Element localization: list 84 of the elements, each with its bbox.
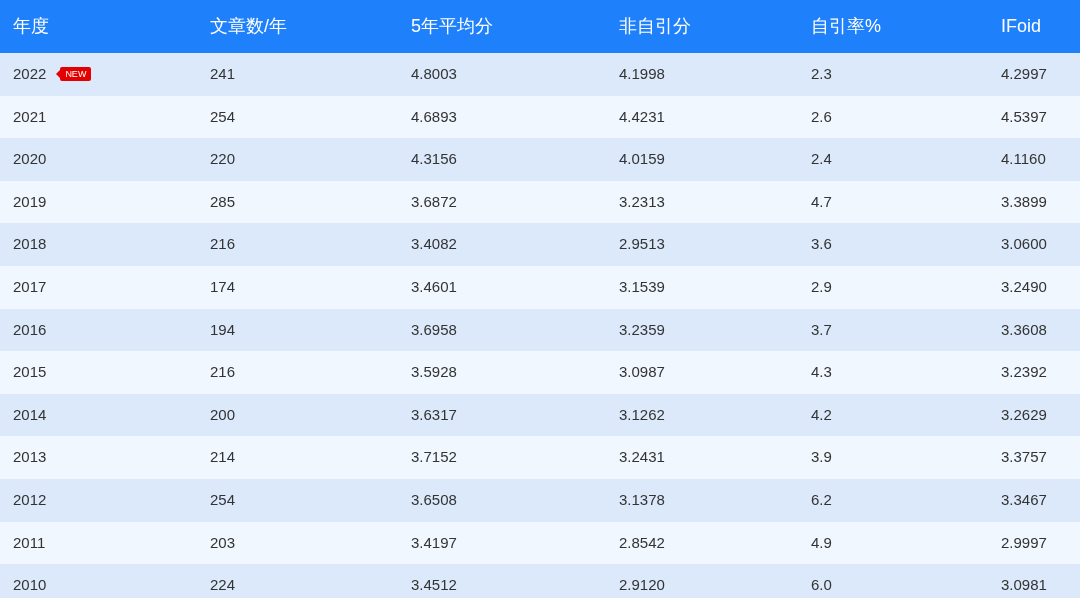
- column-header: IFoid: [1000, 15, 1043, 38]
- table-cell-text: 3.7: [810, 319, 833, 340]
- table-cell-text: 3.5928: [410, 362, 458, 383]
- table-cell-text: 4.0159: [618, 149, 666, 170]
- table-cell-text: 200: [209, 404, 237, 425]
- table-cell-text: 4.6893: [410, 106, 458, 127]
- table-cell-text: 3.9: [810, 447, 833, 468]
- table-cell-text: 2022: [13, 64, 47, 85]
- table-cell-text: 2013: [13, 447, 47, 468]
- table-cell-text: 3.3757: [1000, 447, 1048, 468]
- table-cell-text: 2018: [13, 234, 47, 255]
- column-header: 非自引分: [618, 15, 692, 38]
- table-cell-text: 4.2: [810, 404, 833, 425]
- table-cell-text: 174: [209, 277, 237, 297]
- table-cell-text: 4.1998: [618, 64, 666, 85]
- table-cell-text: 4.4231: [618, 106, 666, 127]
- table-cell-text: 220: [209, 149, 237, 170]
- table-cell-text: 254: [209, 106, 237, 127]
- table-cell-text: 2.9: [810, 277, 833, 297]
- table-cell-text: 2.6: [810, 106, 833, 127]
- table-cell-text: 3.0981: [1000, 575, 1048, 596]
- table-cell-text: 4.3: [810, 362, 833, 383]
- table-cell-text: 2.9120: [618, 575, 666, 596]
- table-cell-text: 216: [209, 234, 237, 255]
- column-header: 文章数/年: [209, 15, 288, 38]
- table-cell-text: 3.1539: [618, 277, 666, 297]
- table-cell-text: 241: [209, 64, 237, 85]
- table-cell-text: 4.2997: [1000, 64, 1048, 85]
- table-cell-text: 3.2313: [618, 191, 666, 212]
- table-cell-text: 4.1160: [1000, 149, 1047, 170]
- column-header: 自引率%: [810, 15, 882, 38]
- table-cell-text: 3.6508: [410, 490, 458, 510]
- table-cell-text: 3.1262: [618, 404, 666, 425]
- table-cell-text: 3.6958: [410, 319, 458, 340]
- table-cell-text: 2017: [13, 277, 47, 297]
- table-cell-text: 2.9513: [618, 234, 666, 255]
- table-cell-text: 3.0987: [618, 362, 666, 383]
- table-cell-text: 194: [209, 319, 237, 340]
- table-cell-text: 2014: [13, 404, 47, 425]
- table-cell-text: 3.2431: [618, 447, 666, 468]
- table-cell-text: 3.2629: [1000, 404, 1048, 425]
- table-cell-text: 2010: [13, 575, 47, 596]
- table-cell-text: 3.1378: [618, 490, 666, 510]
- table-cell-text: 3.6872: [410, 191, 458, 212]
- table-cell-text: 3.4082: [410, 234, 458, 255]
- table-cell-text: 2015: [13, 362, 47, 383]
- table-cell-text: 6.2: [810, 490, 833, 510]
- table-cell-text: 3.7152: [410, 447, 458, 468]
- table-cell-text: 4.5397: [1000, 106, 1048, 127]
- table-cell-text: 224: [209, 575, 237, 596]
- table-cell-text: 4.9: [810, 532, 833, 553]
- table-cell-text: 2011: [13, 532, 46, 553]
- table-cell-text: 2.9997: [1000, 532, 1048, 553]
- table-cell-text: 254: [209, 490, 237, 510]
- table-cell-text: 3.6317: [410, 404, 458, 425]
- table-cell-text: 3.3899: [1000, 191, 1048, 212]
- table-cell-text: 203: [209, 532, 237, 553]
- table-cell-text: 3.3608: [1000, 319, 1048, 340]
- table-cell-text: 3.0600: [1000, 234, 1048, 255]
- table-cell-text: 3.2392: [1000, 362, 1048, 383]
- table-cell-text: 2012: [13, 490, 47, 510]
- table-cell-text: 216: [209, 362, 237, 383]
- table-cell-text: 3.3467: [1000, 490, 1048, 510]
- table-cell-text: 4.7: [810, 191, 833, 212]
- table-cell-text: 3.4601: [410, 277, 458, 297]
- column-header: 年度: [12, 15, 50, 38]
- table-cell-text: 2020: [13, 149, 47, 170]
- table-cell-text: 2.8542: [618, 532, 666, 553]
- table-cell-text: 3.2490: [1000, 277, 1048, 297]
- table-cell-text: 2.4: [810, 149, 833, 170]
- table-cell-text: 6.0: [810, 575, 833, 596]
- table-cell-text: 2.3: [810, 64, 833, 85]
- table-cell-text: 3.6: [810, 234, 833, 255]
- table-cell-text: 3.4197: [410, 532, 458, 553]
- table-cell-text: 2016: [13, 319, 47, 340]
- table-cell-text: 3.2359: [618, 319, 666, 340]
- table-cell-text: 3.4512: [410, 575, 458, 596]
- table-cell-text: 2019: [13, 191, 47, 212]
- table-cell-text: 2021: [13, 106, 47, 127]
- table-cell-text: 4.8003: [410, 64, 458, 85]
- column-header: 5年平均分: [410, 15, 494, 38]
- table-cell-text: 285: [209, 191, 237, 212]
- table-cell-text: 4.3156: [410, 149, 458, 170]
- table-cell-text: 214: [209, 447, 237, 468]
